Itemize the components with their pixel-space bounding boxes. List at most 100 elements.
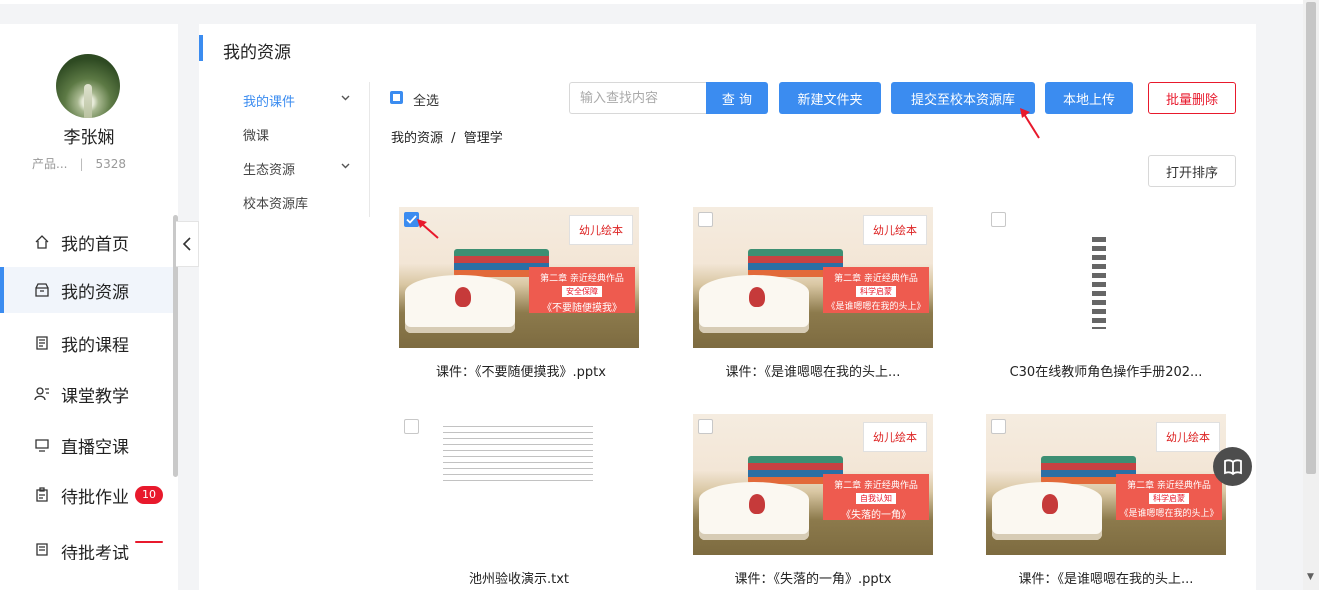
user-org: 产品... bbox=[32, 157, 68, 171]
thumb-chapter: 第二章 亲近经典作品 bbox=[834, 481, 918, 491]
user-id: 5328 bbox=[95, 157, 127, 171]
thumb-book-title: 《不要随便摸我》 bbox=[542, 303, 622, 314]
exam-badge bbox=[135, 541, 163, 543]
book-icon bbox=[1223, 458, 1242, 475]
sidebar-item-exams[interactable]: 待批考试 bbox=[0, 530, 174, 560]
thumb-tag: 安全保障 bbox=[562, 286, 602, 297]
thumbnail-card-4[interactable] bbox=[399, 414, 639, 555]
thumb-book-title: 《是谁嗯嗯在我的头上》 bbox=[826, 302, 926, 312]
resource-box-icon bbox=[33, 281, 51, 299]
card-caption-6[interactable]: 课件：《是谁嗯嗯在我的头上... bbox=[976, 568, 1236, 587]
card-caption-2[interactable]: 课件：《是谁嗯嗯在我的头上... bbox=[683, 361, 943, 380]
thumb-logo: 幼儿绘本 bbox=[863, 422, 927, 452]
exam-icon bbox=[33, 540, 51, 558]
card-checkbox-3[interactable] bbox=[991, 212, 1006, 227]
chevron-down-icon[interactable] bbox=[341, 163, 350, 169]
local-upload-button[interactable]: 本地上传 bbox=[1045, 82, 1133, 114]
annotation-arrow-icon bbox=[417, 219, 439, 239]
search-button[interactable]: 查 询 bbox=[706, 82, 768, 114]
thumb-banner: 第二章 亲近经典作品 科学启蒙 《是谁嗯嗯在我的头上》 bbox=[823, 267, 929, 313]
thumb-banner: 第二章 亲近经典作品 科学启蒙 《是谁嗯嗯在我的头上》 bbox=[1116, 474, 1222, 520]
top-band bbox=[0, 0, 1303, 4]
annotation-arrow-icon bbox=[1020, 108, 1040, 139]
course-doc-icon bbox=[33, 334, 51, 352]
homework-icon bbox=[33, 486, 51, 504]
thumb-logo: 幼儿绘本 bbox=[569, 215, 633, 245]
open-sort-button[interactable]: 打开排序 bbox=[1148, 155, 1236, 187]
teacher-icon bbox=[33, 385, 51, 403]
title-accent-bar bbox=[199, 35, 203, 61]
sidebar-item-label: 待批考试 bbox=[61, 544, 129, 560]
sidebar-item-home[interactable]: 我的首页 bbox=[0, 219, 174, 265]
thumb-logo: 幼儿绘本 bbox=[863, 215, 927, 245]
thumbnail-card-5[interactable]: 幼儿绘本 第二章 亲近经典作品 自我认知 《失落的一角》 bbox=[693, 414, 933, 555]
homework-badge: 10 bbox=[135, 486, 163, 504]
chevron-left-icon bbox=[182, 237, 191, 251]
breadcrumb-separator: / bbox=[451, 131, 456, 146]
thumb-tag: 科学启蒙 bbox=[856, 286, 896, 297]
card-checkbox-4[interactable] bbox=[404, 419, 419, 434]
floating-book-button[interactable] bbox=[1213, 447, 1252, 486]
page-scrollbar[interactable]: ▼ bbox=[1303, 0, 1319, 590]
sidebar-item-label: 我的课程 bbox=[61, 335, 129, 356]
card-caption-3[interactable]: C30在线教师角色操作手册202... bbox=[976, 361, 1236, 380]
card-checkbox-2[interactable] bbox=[698, 212, 713, 227]
sidebar-item-resources[interactable]: 我的资源 bbox=[0, 267, 174, 313]
monitor-icon bbox=[33, 436, 51, 454]
thumb-tag: 科学启蒙 bbox=[1149, 493, 1189, 504]
avatar[interactable] bbox=[56, 54, 120, 118]
new-folder-button[interactable]: 新建文件夹 bbox=[779, 82, 881, 114]
subnav-label: 校本资源库 bbox=[243, 197, 309, 212]
thumb-book-title: 《失落的一角》 bbox=[841, 510, 911, 521]
sidebar-item-label: 课堂教学 bbox=[61, 386, 129, 407]
subnav-school-library[interactable]: 校本资源库 bbox=[243, 193, 308, 212]
sidebar-item-label: 待批作业 bbox=[61, 487, 129, 508]
thumb-chapter: 第二章 亲近经典作品 bbox=[834, 274, 918, 284]
search-input[interactable] bbox=[569, 82, 706, 114]
thumbnail-card-3[interactable] bbox=[986, 207, 1226, 348]
scrollbar-thumb[interactable] bbox=[1306, 2, 1316, 474]
card-caption-4[interactable]: 池州验收演示.txt bbox=[399, 568, 639, 587]
card-caption-5[interactable]: 课件：《失落的一角》.pptx bbox=[693, 568, 933, 587]
subnav-label: 我的课件 bbox=[243, 95, 296, 110]
subnav-divider bbox=[369, 82, 370, 217]
breadcrumb: 我的资源 / 管理学 bbox=[391, 127, 503, 146]
thumb-banner: 第二章 亲近经典作品 自我认知 《失落的一角》 bbox=[823, 474, 929, 521]
chevron-down-icon[interactable] bbox=[341, 95, 350, 101]
page-title: 我的资源 bbox=[223, 43, 291, 63]
thumbnail-card-2[interactable]: 幼儿绘本 第二章 亲近经典作品 科学启蒙 《是谁嗯嗯在我的头上》 bbox=[693, 207, 933, 348]
thumb-banner: 第二章 亲近经典作品 安全保障 《不要随便摸我》 bbox=[529, 267, 635, 314]
select-all-checkbox[interactable] bbox=[390, 91, 403, 104]
sidebar-item-label: 直播空课 bbox=[61, 437, 129, 458]
breadcrumb-root[interactable]: 我的资源 bbox=[391, 131, 443, 146]
subnav-micro-course[interactable]: 微课 bbox=[243, 125, 269, 144]
card-caption-1[interactable]: 课件：《不要随便摸我》.pptx bbox=[386, 361, 656, 380]
sidebar-item-live[interactable]: 直播空课 bbox=[0, 422, 174, 468]
scroll-down-icon[interactable]: ▼ bbox=[1307, 572, 1314, 582]
user-name: 李张娴 bbox=[63, 128, 115, 148]
select-all-label: 全选 bbox=[413, 94, 440, 109]
submit-to-school-library-button[interactable]: 提交至校本资源库 bbox=[891, 82, 1035, 114]
card-checkbox-5[interactable] bbox=[698, 419, 713, 434]
user-meta: 产品... | 5328 bbox=[32, 157, 127, 171]
thumb-logo: 幼儿绘本 bbox=[1156, 422, 1220, 452]
thumb-chapter: 第二章 亲近经典作品 bbox=[540, 274, 624, 284]
subnav-label: 生态资源 bbox=[243, 163, 296, 178]
thumbnail-card-6[interactable]: 幼儿绘本 第二章 亲近经典作品 科学启蒙 《是谁嗯嗯在我的头上》 bbox=[986, 414, 1226, 555]
card-checkbox-6[interactable] bbox=[991, 419, 1006, 434]
batch-delete-button[interactable]: 批量删除 bbox=[1148, 82, 1236, 114]
subnav-label: 微课 bbox=[243, 129, 270, 144]
sidebar-item-label: 我的首页 bbox=[61, 234, 129, 255]
sidebar-item-label: 我的资源 bbox=[61, 282, 129, 303]
home-icon bbox=[33, 233, 51, 251]
subnav-eco-resources[interactable]: 生态资源 bbox=[243, 159, 295, 178]
collapse-sidebar-button[interactable] bbox=[176, 221, 199, 267]
sidebar-item-courses[interactable]: 我的课程 bbox=[0, 320, 174, 366]
thumb-tag: 自我认知 bbox=[856, 493, 896, 504]
subnav-my-courseware[interactable]: 我的课件 bbox=[243, 91, 295, 110]
thumb-book-title: 《是谁嗯嗯在我的头上》 bbox=[1119, 509, 1219, 519]
sidebar-item-classroom[interactable]: 课堂教学 bbox=[0, 371, 174, 417]
breadcrumb-current: 管理学 bbox=[463, 131, 503, 146]
sidebar-item-homework[interactable]: 待批作业 10 bbox=[0, 472, 174, 518]
thumb-chapter: 第二章 亲近经典作品 bbox=[1127, 481, 1211, 491]
